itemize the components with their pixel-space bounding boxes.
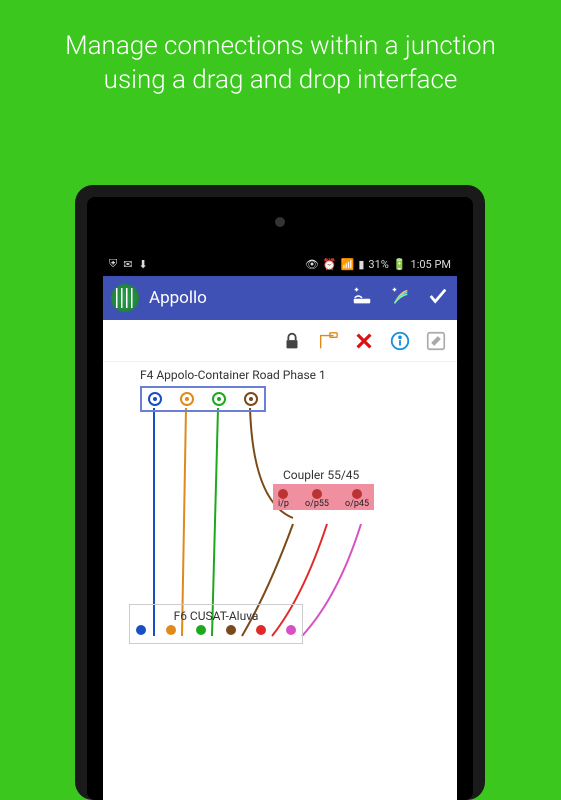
- coupler-port-ip[interactable]: i/p: [278, 489, 289, 509]
- signal-icon: ▮: [358, 258, 364, 271]
- port-brown[interactable]: [244, 392, 258, 406]
- alarm-icon: ⏰: [323, 258, 337, 271]
- coupler-box[interactable]: i/p o/p55 o/p45: [273, 484, 374, 510]
- camera-dot: [275, 217, 285, 227]
- battery-icon: 🔋: [393, 258, 407, 271]
- status-bar: ⛨ ✉ ⬇ 👁 ⏰ 📶 ▮ 31% 🔋 1:05 PM: [103, 252, 457, 276]
- promo-tagline: Manage connections within a junction usi…: [0, 0, 561, 123]
- shield-icon: ⛨: [109, 257, 117, 271]
- tablet-frame: ⛨ ✉ ⬇ 👁 ⏰ 📶 ▮ 31% 🔋 1:05 PM Appollo: [75, 185, 485, 800]
- bottom-junction-box[interactable]: F6 CUSAT-Aluva: [129, 604, 303, 644]
- clock-text: 1:05 PM: [411, 258, 451, 271]
- bot-port-blue[interactable]: [136, 625, 146, 635]
- device-screen: ⛨ ✉ ⬇ 👁 ⏰ 📶 ▮ 31% 🔋 1:05 PM Appollo: [103, 252, 457, 800]
- wires-overlay: [103, 362, 457, 762]
- add-cable-button[interactable]: [389, 285, 411, 311]
- battery-pct: 31%: [368, 258, 388, 271]
- add-router-button[interactable]: [351, 285, 373, 311]
- lock-button[interactable]: [281, 330, 303, 352]
- port-orange[interactable]: [180, 392, 194, 406]
- coupler-port-op55[interactable]: o/p55: [305, 489, 329, 509]
- mail-icon: ✉: [123, 258, 132, 271]
- bot-port-brown[interactable]: [226, 625, 236, 635]
- download-icon: ⬇: [138, 258, 147, 271]
- connection-canvas[interactable]: F4 Appolo-Container Road Phase 1 Coupler…: [103, 362, 457, 374]
- toolbar: [103, 320, 457, 362]
- mid-box-label: Coupler 55/45: [283, 468, 359, 482]
- info-button[interactable]: [389, 330, 411, 352]
- app-bar: Appollo: [103, 276, 457, 320]
- coupler-port-op45[interactable]: o/p45: [345, 489, 369, 509]
- confirm-button[interactable]: [427, 285, 449, 311]
- edit-button[interactable]: [425, 330, 447, 352]
- bot-port-red[interactable]: [256, 625, 266, 635]
- port-green[interactable]: [212, 392, 226, 406]
- bot-port-magenta[interactable]: [286, 625, 296, 635]
- port-blue[interactable]: [148, 392, 162, 406]
- bot-port-green[interactable]: [196, 625, 206, 635]
- delete-button[interactable]: [353, 330, 375, 352]
- bot-box-label: F6 CUSAT-Aluva: [136, 609, 296, 623]
- app-title: Appollo: [149, 288, 341, 308]
- app-logo-icon: [111, 284, 139, 312]
- top-junction-box[interactable]: [140, 386, 266, 412]
- measure-button[interactable]: [317, 330, 339, 352]
- eye-icon: 👁: [305, 258, 319, 271]
- wifi-icon: 📶: [341, 258, 355, 271]
- bot-port-orange[interactable]: [166, 625, 176, 635]
- top-box-label: F4 Appolo-Container Road Phase 1: [140, 368, 326, 382]
